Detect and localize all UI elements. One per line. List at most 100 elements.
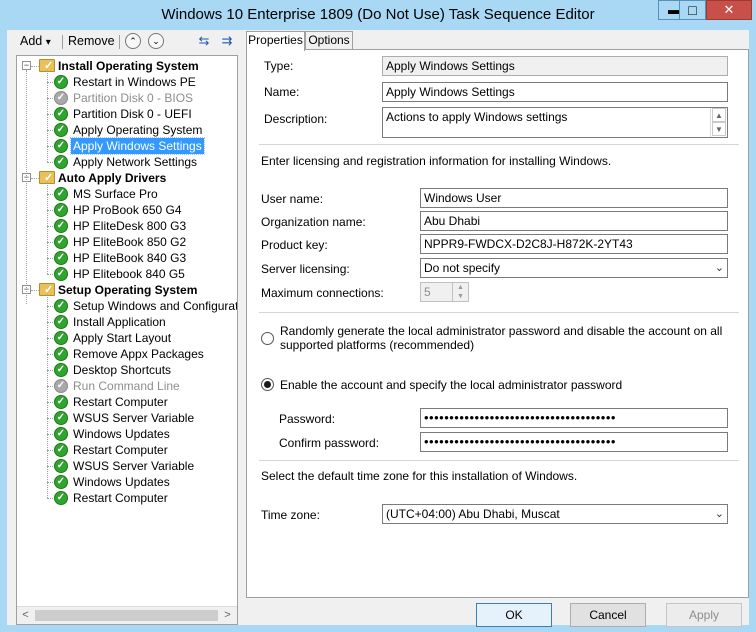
tree-item[interactable]: ✓ WSUS Server Variable bbox=[17, 458, 237, 474]
close-button[interactable]: ✕ bbox=[706, 0, 752, 20]
name-input[interactable]: Apply Windows Settings bbox=[382, 82, 728, 102]
add-menu-button[interactable]: Add ▾ bbox=[20, 34, 51, 48]
tree-connector bbox=[47, 182, 48, 274]
tree-item[interactable]: ✓ HP Elitebook 840 G5 bbox=[17, 266, 237, 282]
success-check-icon: ✓ bbox=[54, 443, 68, 457]
tree-item[interactable]: ✓ Apply Windows Settings bbox=[17, 137, 237, 155]
success-check-icon: ✓ bbox=[54, 299, 68, 313]
decrement-icon[interactable]: ▼ bbox=[453, 292, 468, 301]
tree-item[interactable]: ✓ Partition Disk 0 - BIOS bbox=[17, 90, 237, 106]
tree-item[interactable]: ✓ Restart in Windows PE bbox=[17, 74, 237, 90]
tree-group[interactable]: − ✓ Setup Operating System bbox=[17, 282, 237, 298]
tree-item[interactable]: ✓ Partition Disk 0 - UEFI bbox=[17, 106, 237, 122]
tree-item[interactable]: ✓ Desktop Shortcuts bbox=[17, 362, 237, 378]
tree-connector bbox=[26, 70, 27, 304]
tree-item-label: Windows Updates bbox=[73, 427, 170, 441]
tree-group[interactable]: − ✓ Install Operating System bbox=[17, 58, 237, 74]
tree-item[interactable]: ✓ Restart Computer bbox=[17, 490, 237, 506]
stepper-arrows[interactable]: ▲ ▼ bbox=[452, 283, 468, 301]
tree-item-label: HP Elitebook 840 G5 bbox=[73, 267, 185, 281]
tree-item[interactable]: ✓ Windows Updates bbox=[17, 426, 237, 442]
server-licensing-dropdown[interactable]: Do not specify ⌄ bbox=[420, 258, 728, 278]
timezone-value: (UTC+04:00) Abu Dhabi, Muscat bbox=[386, 507, 560, 521]
ok-button[interactable]: OK bbox=[476, 603, 552, 627]
tree-item[interactable]: ✓ Windows Updates bbox=[17, 474, 237, 490]
tree-item[interactable]: ✓ HP ProBook 650 G4 bbox=[17, 202, 237, 218]
tree-item-label: Setup Windows and Configuration bbox=[73, 299, 238, 313]
chevron-down-icon: ▾ bbox=[45, 37, 51, 48]
tree-item[interactable]: ✓ Run Command Line bbox=[17, 378, 237, 394]
toolbar-divider bbox=[119, 35, 120, 49]
maximize-button[interactable]: □ bbox=[679, 0, 706, 20]
move-up-icon[interactable]: ⌃ bbox=[125, 33, 141, 49]
licensing-intro-text: Enter licensing and registration informa… bbox=[261, 154, 612, 168]
scroll-up-icon[interactable]: ▲ bbox=[712, 108, 726, 122]
tree-item-label: Apply Windows Settings bbox=[70, 137, 205, 155]
scroll-thumb[interactable] bbox=[35, 610, 218, 621]
tree-item[interactable]: ✓ Apply Operating System bbox=[17, 122, 237, 138]
tree-connector bbox=[31, 290, 39, 291]
reorder-icon[interactable]: ⇆ bbox=[195, 33, 213, 50]
confirm-password-input[interactable]: •••••••••••••••••••••••••••••••••••••• bbox=[420, 432, 728, 452]
disabled-step-icon: ✓ bbox=[54, 379, 68, 393]
tree-item-label: Windows Updates bbox=[73, 475, 170, 489]
move-down-icon[interactable]: ⌄ bbox=[148, 33, 164, 49]
tree-connector bbox=[47, 70, 48, 162]
tab-options[interactable]: Options bbox=[305, 31, 353, 49]
random-password-radio[interactable] bbox=[261, 332, 274, 345]
window-title: Windows 10 Enterprise 1809 (Do Not Use) … bbox=[161, 6, 595, 23]
properties-toggle-icon[interactable]: ⇉ bbox=[218, 33, 236, 50]
timezone-dropdown[interactable]: (UTC+04:00) Abu Dhabi, Muscat ⌄ bbox=[382, 504, 728, 524]
user-name-input[interactable]: Windows User bbox=[420, 188, 728, 208]
tree-item[interactable]: ✓ Apply Network Settings bbox=[17, 154, 237, 170]
tree-item[interactable]: ✓ Apply Start Layout bbox=[17, 330, 237, 346]
tree-group-label: Install Operating System bbox=[58, 59, 199, 73]
timezone-intro-text: Select the default time zone for this in… bbox=[261, 469, 578, 483]
tree-item[interactable]: ✓ Setup Windows and Configuration bbox=[17, 298, 237, 314]
tree-item[interactable]: ✓ Restart Computer bbox=[17, 442, 237, 458]
toolbar-divider bbox=[62, 35, 63, 49]
tree-connector bbox=[31, 66, 39, 67]
collapse-icon[interactable]: − bbox=[22, 61, 31, 70]
description-input[interactable]: Actions to apply Windows settings ▲ ▼ bbox=[382, 107, 728, 138]
section-divider bbox=[259, 460, 739, 461]
tree-item[interactable]: ✓ WSUS Server Variable bbox=[17, 410, 237, 426]
tab-properties[interactable]: Properties bbox=[246, 31, 305, 51]
password-input[interactable]: •••••••••••••••••••••••••••••••••••••• bbox=[420, 408, 728, 428]
tree-group[interactable]: − ✓ Auto Apply Drivers bbox=[17, 170, 237, 186]
add-label: Add bbox=[20, 34, 43, 48]
task-sequence-tree[interactable]: − ✓ Install Operating System ✓ Restart in Wi… bbox=[16, 55, 238, 625]
chevron-down-icon: ⌄ bbox=[714, 262, 724, 274]
max-connections-stepper[interactable]: 5 ▲ ▼ bbox=[420, 282, 469, 302]
tree-item[interactable]: ✓ HP EliteBook 840 G3 bbox=[17, 250, 237, 266]
organization-input[interactable]: Abu Dhabi bbox=[420, 211, 728, 231]
scroll-right-icon[interactable]: > bbox=[220, 609, 235, 622]
tree-item-label: WSUS Server Variable bbox=[73, 411, 195, 425]
apply-button[interactable]: Apply bbox=[666, 603, 742, 627]
cancel-button[interactable]: Cancel bbox=[570, 603, 646, 627]
scroll-down-icon[interactable]: ▼ bbox=[712, 122, 726, 136]
description-text: Actions to apply Windows settings bbox=[386, 110, 568, 124]
tree-item[interactable]: ✓ HP EliteBook 850 G2 bbox=[17, 234, 237, 250]
tree-item[interactable]: ✓ MS Surface Pro bbox=[17, 186, 237, 202]
scroll-left-icon[interactable]: < bbox=[18, 609, 33, 622]
tree-item[interactable]: ✓ Remove Appx Packages bbox=[17, 346, 237, 362]
increment-icon[interactable]: ▲ bbox=[453, 283, 468, 292]
tree-item[interactable]: ✓ Restart Computer bbox=[17, 394, 237, 410]
type-label: Type: bbox=[264, 59, 294, 73]
remove-button[interactable]: Remove bbox=[68, 34, 115, 48]
confirm-password-label: Confirm password: bbox=[279, 436, 380, 450]
tree-item-label: HP EliteBook 850 G2 bbox=[73, 235, 187, 249]
product-key-input[interactable]: NPPR9-FWDCX-D2C8J-H872K-2YT43 bbox=[420, 234, 728, 254]
tree-item[interactable]: ✓ Install Application bbox=[17, 314, 237, 330]
tree-item-label: Apply Network Settings bbox=[73, 155, 198, 169]
editor-client-area: Add ▾ Remove ⌃ ⌄ ⇆ ⇉ − ✓ Install Operating… bbox=[7, 30, 749, 627]
horizontal-scrollbar[interactable]: < > bbox=[17, 606, 237, 624]
tree-item[interactable]: ✓ HP EliteDesk 800 G3 bbox=[17, 218, 237, 234]
description-label: Description: bbox=[264, 112, 328, 126]
success-check-icon: ✓ bbox=[54, 267, 68, 281]
name-label: Name: bbox=[264, 85, 300, 99]
enable-account-radio[interactable] bbox=[261, 378, 274, 391]
description-scrollbar[interactable]: ▲ ▼ bbox=[710, 108, 727, 137]
success-check-icon: ✓ bbox=[54, 219, 68, 233]
